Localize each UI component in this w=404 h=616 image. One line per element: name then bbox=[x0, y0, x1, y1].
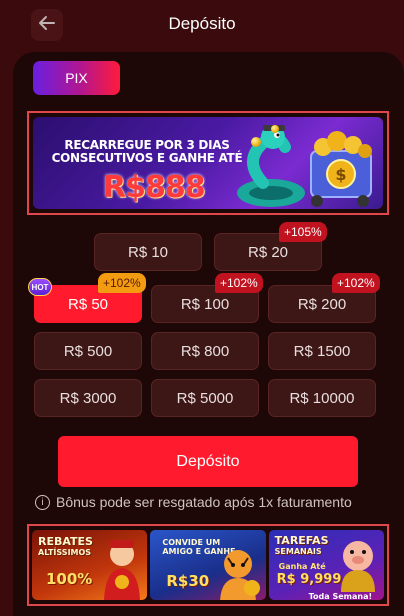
tiger-mascot-icon bbox=[220, 550, 261, 600]
amount-button-500[interactable]: R$ 500 bbox=[34, 332, 142, 370]
bonus-badge: +102% bbox=[215, 273, 263, 293]
promo-title-line1: REBATES bbox=[38, 535, 93, 548]
amount-label: R$ 20 bbox=[247, 243, 289, 261]
promo-strip: REBATES ALTÍSSIMOS 100% CONVIDE UM AMIGO… bbox=[27, 524, 389, 606]
amount-label: R$ 200 bbox=[297, 295, 347, 313]
amount-label: R$ 100 bbox=[180, 295, 230, 313]
hot-badge: HOT bbox=[28, 278, 52, 296]
amount-label: R$ 500 bbox=[63, 342, 113, 360]
page-title: Depósito bbox=[168, 14, 236, 33]
promo-banner-frame: RECARREGUE POR 3 DIAS CONSECUTIVOS E GAN… bbox=[27, 111, 389, 215]
promo-sub: Ganha Até bbox=[278, 562, 326, 571]
amount-label: R$ 10000 bbox=[289, 389, 355, 407]
amount-label: R$ 50 bbox=[67, 295, 109, 313]
mascot-icon bbox=[104, 540, 140, 600]
svg-text:$: $ bbox=[335, 165, 346, 184]
promo-title: REBATES ALTÍSSIMOS bbox=[38, 536, 93, 558]
banner-amount: R$888 bbox=[103, 170, 206, 205]
bonus-badge: +105% bbox=[279, 222, 327, 242]
bonus-note-text: Bônus pode ser resgatado após 1x faturam… bbox=[56, 494, 352, 510]
amount-button-5000[interactable]: R$ 5000 bbox=[151, 379, 259, 417]
banner-text: RECARREGUE POR 3 DIAS CONSECUTIVOS E GAN… bbox=[47, 139, 247, 165]
tab-pix[interactable]: PIX bbox=[33, 61, 120, 95]
promo-title-line2: ALTÍSSIMOS bbox=[38, 548, 92, 557]
amount-label: R$ 10 bbox=[127, 243, 169, 261]
coin-icon bbox=[271, 125, 279, 133]
amount-button-10000[interactable]: R$ 10000 bbox=[268, 379, 376, 417]
amount-label: R$ 800 bbox=[180, 342, 230, 360]
amount-button-10[interactable]: R$ 10 bbox=[94, 233, 202, 271]
snake-mascot-icon: $ bbox=[237, 125, 372, 207]
amount-label: R$ 1500 bbox=[293, 342, 351, 360]
amount-button-1500[interactable]: R$ 1500 bbox=[268, 332, 376, 370]
promo-title-line2: SEMANAIS bbox=[274, 547, 322, 556]
promo-title-line1: TAREFAS bbox=[274, 534, 329, 547]
banner-text-line2: CONSECUTIVOS E GANHE ATÉ bbox=[51, 151, 243, 165]
promo-sub: Toda Semana! bbox=[308, 592, 373, 600]
bonus-badge: +102% bbox=[98, 273, 146, 293]
promo-rebates[interactable]: REBATES ALTÍSSIMOS 100% bbox=[32, 530, 148, 600]
amount-button-800[interactable]: R$ 800 bbox=[151, 332, 259, 370]
amount-label: R$ 5000 bbox=[176, 389, 234, 407]
coin-icon bbox=[251, 137, 261, 147]
promo-value: R$ 9,999 bbox=[276, 572, 342, 587]
promo-tasks[interactable]: TAREFAS SEMANAIS Ganha Até R$ 9,999 Toda… bbox=[268, 530, 384, 600]
pig-mascot-icon bbox=[340, 541, 375, 592]
promo-title: TAREFAS SEMANAIS bbox=[275, 535, 329, 557]
amount-button-3000[interactable]: R$ 3000 bbox=[34, 379, 142, 417]
recharge-banner[interactable]: RECARREGUE POR 3 DIAS CONSECUTIVOS E GAN… bbox=[33, 117, 383, 209]
bonus-note: i Bônus pode ser resgatado após 1x fatur… bbox=[35, 493, 352, 511]
promo-invite[interactable]: CONVIDE UM AMIGO E GANHE R$30 bbox=[150, 530, 266, 600]
info-icon: i bbox=[35, 494, 50, 510]
promo-value: R$30 bbox=[166, 572, 210, 590]
bonus-badge: +102% bbox=[332, 273, 380, 293]
amount-label: R$ 3000 bbox=[59, 389, 117, 407]
deposit-button[interactable]: Depósito bbox=[58, 436, 358, 487]
header-bar: Depósito bbox=[0, 0, 404, 50]
promo-value: 100% bbox=[46, 570, 93, 588]
